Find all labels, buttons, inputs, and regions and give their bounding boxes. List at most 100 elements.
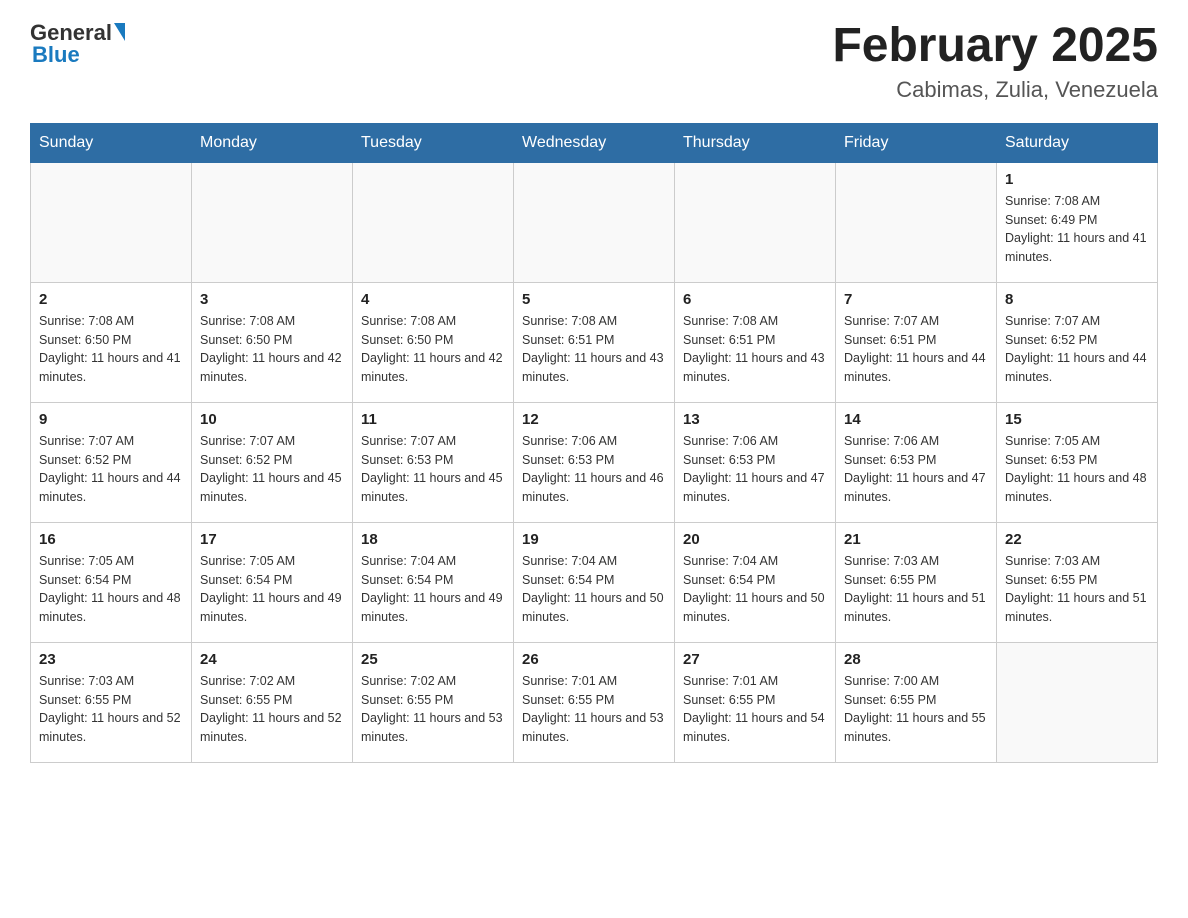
day-info: Sunrise: 7:07 AM Sunset: 6:52 PM Dayligh… (1005, 314, 1147, 384)
day-number: 1 (1005, 171, 1149, 188)
day-info: Sunrise: 7:08 AM Sunset: 6:50 PM Dayligh… (200, 314, 342, 384)
calendar-cell: 10 Sunrise: 7:07 AM Sunset: 6:52 PM Dayli… (192, 402, 353, 522)
day-info: Sunrise: 7:08 AM Sunset: 6:50 PM Dayligh… (361, 314, 503, 384)
day-number: 9 (39, 411, 183, 428)
day-info: Sunrise: 7:07 AM Sunset: 6:52 PM Dayligh… (39, 434, 181, 504)
day-info: Sunrise: 7:03 AM Sunset: 6:55 PM Dayligh… (844, 554, 986, 624)
calendar-cell (675, 162, 836, 282)
calendar-cell: 12 Sunrise: 7:06 AM Sunset: 6:53 PM Dayli… (514, 402, 675, 522)
day-info: Sunrise: 7:03 AM Sunset: 6:55 PM Dayligh… (1005, 554, 1147, 624)
calendar-cell: 18Sunrise: 7:04 AM Sunset: 6:54 PM Dayli… (353, 522, 514, 642)
week-row-2: 2 Sunrise: 7:08 AM Sunset: 6:50 PM Daylig… (31, 282, 1158, 402)
calendar-cell: 22 Sunrise: 7:03 AM Sunset: 6:55 PM Dayli… (997, 522, 1158, 642)
weekday-header-friday: Friday (836, 123, 997, 162)
day-number: 3 (200, 291, 344, 308)
day-info: Sunrise: 7:08 AM Sunset: 6:51 PM Dayligh… (683, 314, 825, 384)
calendar-cell: 24 Sunrise: 7:02 AM Sunset: 6:55 PM Dayli… (192, 642, 353, 762)
calendar-cell: 16 Sunrise: 7:05 AM Sunset: 6:54 PM Dayli… (31, 522, 192, 642)
day-number: 6 (683, 291, 827, 308)
weekday-header-row: SundayMondayTuesdayWednesdayThursdayFrid… (31, 123, 1158, 162)
day-info: Sunrise: 7:03 AM Sunset: 6:55 PM Dayligh… (39, 674, 181, 744)
calendar-table: SundayMondayTuesdayWednesdayThursdayFrid… (30, 123, 1158, 763)
day-info: Sunrise: 7:02 AM Sunset: 6:55 PM Dayligh… (361, 674, 503, 744)
day-number: 10 (200, 411, 344, 428)
day-number: 28 (844, 651, 988, 668)
day-number: 21 (844, 531, 988, 548)
day-number: 27 (683, 651, 827, 668)
weekday-header-monday: Monday (192, 123, 353, 162)
day-info: Sunrise: 7:04 AM Sunset: 6:54 PM Dayligh… (361, 554, 503, 624)
calendar-cell: 11 Sunrise: 7:07 AM Sunset: 6:53 PM Dayli… (353, 402, 514, 522)
day-number: 5 (522, 291, 666, 308)
calendar-cell: 2 Sunrise: 7:08 AM Sunset: 6:50 PM Daylig… (31, 282, 192, 402)
calendar-cell: 1 Sunrise: 7:08 AM Sunset: 6:49 PM Daylig… (997, 162, 1158, 282)
day-number: 2 (39, 291, 183, 308)
day-info: Sunrise: 7:05 AM Sunset: 6:53 PM Dayligh… (1005, 434, 1147, 504)
day-info: Sunrise: 7:07 AM Sunset: 6:53 PM Dayligh… (361, 434, 503, 504)
day-number: 19 (522, 531, 666, 548)
day-number: 12 (522, 411, 666, 428)
calendar-cell: 27Sunrise: 7:01 AM Sunset: 6:55 PM Dayli… (675, 642, 836, 762)
calendar-cell: 20 Sunrise: 7:04 AM Sunset: 6:54 PM Dayli… (675, 522, 836, 642)
day-number: 7 (844, 291, 988, 308)
day-number: 8 (1005, 291, 1149, 308)
title-block: February 2025 Cabimas, Zulia, Venezuela (832, 20, 1158, 103)
day-info: Sunrise: 7:04 AM Sunset: 6:54 PM Dayligh… (683, 554, 825, 624)
day-info: Sunrise: 7:04 AM Sunset: 6:54 PM Dayligh… (522, 554, 664, 624)
day-info: Sunrise: 7:00 AM Sunset: 6:55 PM Dayligh… (844, 674, 986, 744)
day-number: 25 (361, 651, 505, 668)
calendar-cell: 28 Sunrise: 7:00 AM Sunset: 6:55 PM Dayli… (836, 642, 997, 762)
day-info: Sunrise: 7:05 AM Sunset: 6:54 PM Dayligh… (39, 554, 181, 624)
calendar-cell: 26 Sunrise: 7:01 AM Sunset: 6:55 PM Dayli… (514, 642, 675, 762)
day-info: Sunrise: 7:02 AM Sunset: 6:55 PM Dayligh… (200, 674, 342, 744)
calendar-cell (836, 162, 997, 282)
day-number: 26 (522, 651, 666, 668)
weekday-header-tuesday: Tuesday (353, 123, 514, 162)
week-row-3: 9 Sunrise: 7:07 AM Sunset: 6:52 PM Daylig… (31, 402, 1158, 522)
day-info: Sunrise: 7:06 AM Sunset: 6:53 PM Dayligh… (683, 434, 825, 504)
calendar-cell: 17Sunrise: 7:05 AM Sunset: 6:54 PM Dayli… (192, 522, 353, 642)
day-number: 23 (39, 651, 183, 668)
weekday-header-thursday: Thursday (675, 123, 836, 162)
day-number: 20 (683, 531, 827, 548)
page-header: General Blue February 2025 Cabimas, Zuli… (30, 20, 1158, 103)
weekday-header-sunday: Sunday (31, 123, 192, 162)
logo-triangle-icon (114, 23, 125, 41)
day-info: Sunrise: 7:08 AM Sunset: 6:50 PM Dayligh… (39, 314, 181, 384)
calendar-cell: 14Sunrise: 7:06 AM Sunset: 6:53 PM Dayli… (836, 402, 997, 522)
calendar-cell: 9 Sunrise: 7:07 AM Sunset: 6:52 PM Daylig… (31, 402, 192, 522)
day-number: 13 (683, 411, 827, 428)
day-number: 22 (1005, 531, 1149, 548)
day-number: 16 (39, 531, 183, 548)
calendar-cell: 4 Sunrise: 7:08 AM Sunset: 6:50 PM Daylig… (353, 282, 514, 402)
day-info: Sunrise: 7:05 AM Sunset: 6:54 PM Dayligh… (200, 554, 342, 624)
calendar-cell (353, 162, 514, 282)
calendar-cell: 6 Sunrise: 7:08 AM Sunset: 6:51 PM Daylig… (675, 282, 836, 402)
day-info: Sunrise: 7:07 AM Sunset: 6:51 PM Dayligh… (844, 314, 986, 384)
day-info: Sunrise: 7:07 AM Sunset: 6:52 PM Dayligh… (200, 434, 342, 504)
week-row-4: 16 Sunrise: 7:05 AM Sunset: 6:54 PM Dayli… (31, 522, 1158, 642)
day-number: 14 (844, 411, 988, 428)
weekday-header-wednesday: Wednesday (514, 123, 675, 162)
calendar-cell: 15 Sunrise: 7:05 AM Sunset: 6:53 PM Dayli… (997, 402, 1158, 522)
day-number: 11 (361, 411, 505, 428)
calendar-cell: 19 Sunrise: 7:04 AM Sunset: 6:54 PM Dayli… (514, 522, 675, 642)
calendar-cell: 7 Sunrise: 7:07 AM Sunset: 6:51 PM Daylig… (836, 282, 997, 402)
calendar-cell (192, 162, 353, 282)
day-info: Sunrise: 7:08 AM Sunset: 6:49 PM Dayligh… (1005, 194, 1147, 264)
calendar-cell (997, 642, 1158, 762)
logo-blue: Blue (32, 42, 80, 68)
week-row-5: 23 Sunrise: 7:03 AM Sunset: 6:55 PM Dayli… (31, 642, 1158, 762)
day-info: Sunrise: 7:01 AM Sunset: 6:55 PM Dayligh… (522, 674, 664, 744)
calendar-cell: 5Sunrise: 7:08 AM Sunset: 6:51 PM Daylig… (514, 282, 675, 402)
calendar-cell: 8 Sunrise: 7:07 AM Sunset: 6:52 PM Daylig… (997, 282, 1158, 402)
weekday-header-saturday: Saturday (997, 123, 1158, 162)
day-number: 24 (200, 651, 344, 668)
day-number: 4 (361, 291, 505, 308)
week-row-1: 1 Sunrise: 7:08 AM Sunset: 6:49 PM Daylig… (31, 162, 1158, 282)
calendar-cell: 23 Sunrise: 7:03 AM Sunset: 6:55 PM Dayli… (31, 642, 192, 762)
calendar-cell (514, 162, 675, 282)
calendar-cell: 13 Sunrise: 7:06 AM Sunset: 6:53 PM Dayli… (675, 402, 836, 522)
day-info: Sunrise: 7:06 AM Sunset: 6:53 PM Dayligh… (522, 434, 664, 504)
day-number: 15 (1005, 411, 1149, 428)
